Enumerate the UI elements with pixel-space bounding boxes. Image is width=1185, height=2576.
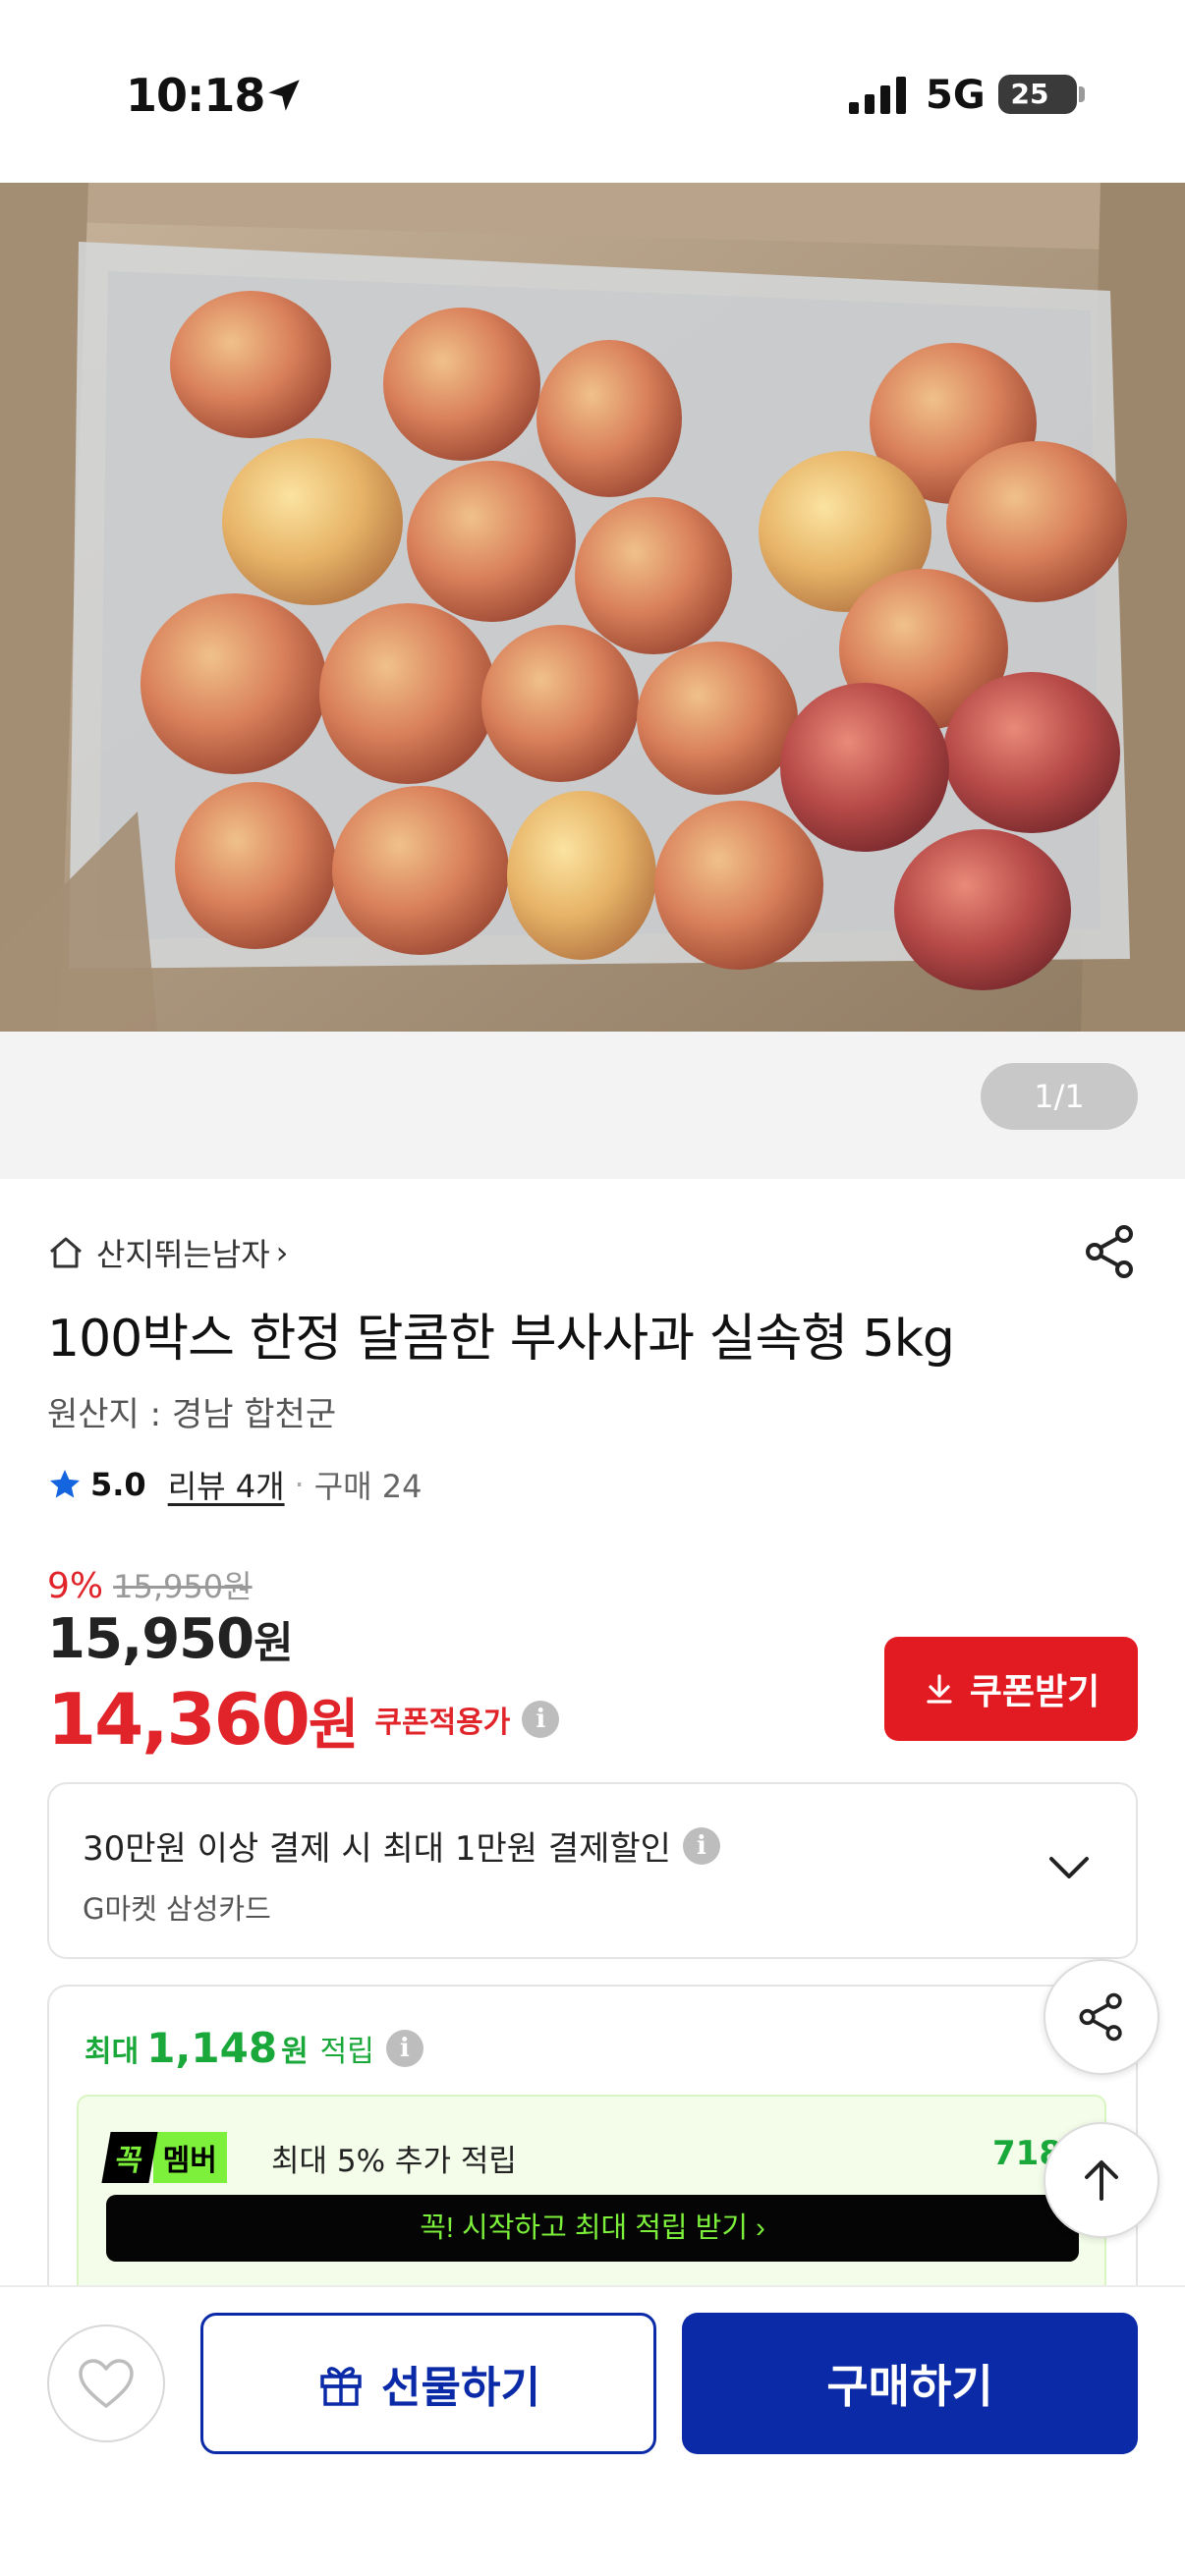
coupon-price: 14,360원 bbox=[47, 1678, 360, 1761]
sale-price: 15,950원 bbox=[47, 1607, 294, 1671]
battery-icon: 25 bbox=[998, 75, 1077, 114]
chevron-down-icon bbox=[1049, 1857, 1089, 1878]
card-name: G마켓 삼성카드 bbox=[83, 1892, 271, 1926]
download-icon bbox=[927, 1674, 952, 1704]
share-icon[interactable] bbox=[1081, 1222, 1140, 1281]
card-discount-panel[interactable]: 30만원 이상 결제 시 최대 1만원 결제할인 i G마켓 삼성카드 bbox=[47, 1782, 1138, 1959]
buy-button[interactable]: 구매하기 bbox=[682, 2313, 1138, 2454]
member-badge-member: 멤버 bbox=[152, 2132, 227, 2183]
purchase-count: 구매 24 bbox=[313, 1468, 423, 1505]
coupon-price-row: 14,360원 쿠폰적용가 i bbox=[47, 1678, 560, 1761]
original-price: 15,950원 bbox=[113, 1568, 253, 1605]
apples-photo bbox=[0, 183, 1185, 1032]
star-icon bbox=[50, 1470, 80, 1498]
member-badge: 꼭 멤버 bbox=[101, 2132, 227, 2183]
rating-score: 5.0 bbox=[90, 1466, 146, 1503]
share-icon bbox=[1079, 1992, 1122, 2042]
separator-dot: · bbox=[294, 1466, 305, 1503]
coupon-price-number: 14,360 bbox=[47, 1678, 310, 1761]
gift-button[interactable]: 선물하기 bbox=[200, 2313, 656, 2454]
bottom-action-bar: 선물하기 구매하기 bbox=[0, 2285, 1185, 2576]
gift-icon bbox=[320, 2367, 362, 2406]
product-title: 100박스 한정 달콤한 부사사과 실속형 5kg bbox=[47, 1310, 955, 1369]
card-discount-text: 30만원 이상 결제 시 최대 1만원 결제할인 bbox=[83, 1829, 671, 1869]
info-icon[interactable]: i bbox=[522, 1701, 560, 1738]
sale-price-unit: 원 bbox=[254, 1618, 293, 1668]
status-time: 10:18 bbox=[126, 69, 265, 122]
battery-level: 25 bbox=[1010, 78, 1049, 110]
location-arrow-icon bbox=[268, 80, 300, 111]
points-suffix: 적립 bbox=[319, 2034, 374, 2069]
rating-row: 5.0 리뷰 4개 · 구매 24 bbox=[47, 1462, 423, 1507]
heart-icon bbox=[79, 2359, 134, 2408]
member-join-button[interactable]: 꼭! 시작하고 최대 적립 받기 › bbox=[106, 2195, 1079, 2262]
home-icon bbox=[50, 1237, 82, 1268]
review-link[interactable]: 리뷰 4개 bbox=[168, 1462, 285, 1507]
floating-share-button[interactable] bbox=[1044, 1959, 1159, 2075]
store-chevron: › bbox=[275, 1234, 289, 1271]
image-pagination-bar: 1/1 bbox=[0, 1032, 1185, 1179]
product-origin: 원산지 : 경남 합천군 bbox=[47, 1395, 337, 1434]
points-unit: 원 bbox=[281, 2034, 309, 2069]
member-benefit-text: 최대 5% 추가 적립 bbox=[271, 2144, 517, 2179]
discount-percent: 9% bbox=[47, 1566, 104, 1606]
card-discount-line: 30만원 이상 결제 시 최대 1만원 결제할인 i bbox=[83, 1821, 720, 1870]
wishlist-button[interactable] bbox=[47, 2324, 165, 2442]
coupon-price-unit: 원 bbox=[308, 1694, 360, 1758]
signal-icon bbox=[849, 77, 906, 114]
get-coupon-button[interactable]: 쿠폰받기 bbox=[884, 1637, 1138, 1741]
store-name: 산지뛰는남자 bbox=[96, 1236, 270, 1273]
image-counter: 1/1 bbox=[981, 1063, 1138, 1130]
product-image[interactable] bbox=[0, 183, 1185, 1032]
network-label: 5G bbox=[926, 73, 986, 118]
status-bar: 10:18 5G 25 bbox=[0, 0, 1185, 183]
points-amount: 1,148 bbox=[146, 2024, 278, 2072]
info-icon[interactable]: i bbox=[682, 1826, 720, 1865]
coupon-price-label: 쿠폰적용가 bbox=[374, 1706, 511, 1740]
points-prefix: 최대 bbox=[85, 2034, 140, 2069]
scroll-to-top-button[interactable] bbox=[1044, 2122, 1159, 2238]
info-icon[interactable]: i bbox=[385, 2029, 423, 2067]
member-badge-kkok: 꼭 bbox=[101, 2132, 158, 2183]
gift-button-label: 선물하기 bbox=[381, 2364, 540, 2412]
sale-price-number: 15,950 bbox=[47, 1607, 254, 1671]
arrow-up-icon bbox=[1085, 2160, 1118, 2201]
battery-cap bbox=[1079, 86, 1085, 102]
store-link[interactable]: 산지뛰는남자 › bbox=[47, 1228, 288, 1277]
discount-row: 9% 15,950원 bbox=[47, 1562, 253, 1607]
get-coupon-label: 쿠폰받기 bbox=[969, 1671, 1100, 1711]
points-summary: 최대 1,148 원 적립 i bbox=[85, 2024, 423, 2072]
